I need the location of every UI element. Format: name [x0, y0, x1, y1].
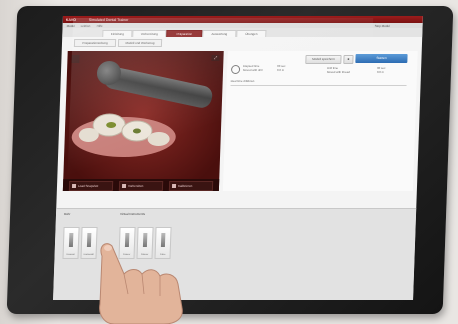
- moved-drill-value: 0.0 m: [277, 67, 285, 72]
- title-bar: KAVO Simulated Dental Trainer: [62, 16, 423, 23]
- moved-thread-label: Moved with thread: [326, 69, 350, 74]
- info-right-values: 00 sec 0.0 m: [376, 66, 386, 74]
- load-snapshot-button[interactable]: Load Snapshot: [68, 181, 114, 191]
- tab-praeparation[interactable]: Präparation: [166, 30, 203, 37]
- divider: [230, 85, 407, 86]
- tab-einleitung[interactable]: Einleitung: [102, 30, 133, 37]
- virtual-instruments-label: Virtual Instruments: [119, 212, 146, 216]
- load-snapshot-label: Load Snapshot: [77, 184, 99, 188]
- bohr-label: Bohr: [63, 212, 71, 216]
- brand-logo: KAVO: [65, 17, 77, 22]
- tab-auswertung[interactable]: Auswertung: [202, 30, 237, 37]
- info-left-labels: Elapsed time Moved with drill: [243, 64, 263, 72]
- tab-vorbereitung[interactable]: Vorbereitung: [132, 30, 167, 37]
- moved-thread-value: 0.0 m: [376, 69, 385, 74]
- vorbereiten-label: Vorbereiten: [127, 184, 144, 188]
- info-right-labels: Drill time Moved with thread: [326, 66, 350, 74]
- status-line: Real time drilldown: [230, 79, 255, 83]
- 3d-viewport[interactable]: ⤢ Load Snapshot Vorbereiten Kalibrieren: [62, 51, 224, 191]
- prepare-icon: [121, 184, 127, 188]
- snapshot-icon: [71, 184, 77, 188]
- info-left-values: 00 sec 0.0 m: [277, 64, 286, 72]
- vorbereiten-button[interactable]: Vorbereiten: [118, 181, 164, 191]
- user-hand: [99, 243, 183, 324]
- start-button[interactable]: Starten: [355, 54, 408, 63]
- clock-icon: [230, 65, 241, 74]
- calibrate-icon: [171, 184, 177, 188]
- camera-icon[interactable]: [71, 55, 80, 63]
- right-panel: Modell speichern ■ Starten Elapsed time …: [222, 51, 418, 191]
- instrument-label: Diamant: [66, 254, 75, 256]
- expand-icon[interactable]: ⤢: [211, 55, 220, 61]
- save-model-button[interactable]: Modell speichern: [305, 55, 342, 64]
- instrument-tile[interactable]: Diamant: [62, 227, 80, 259]
- stop-button[interactable]: ■: [343, 55, 354, 64]
- bur-icon: [68, 233, 74, 247]
- tab-uebungen[interactable]: Übungen: [236, 30, 267, 37]
- window-title: Simulated Dental Trainer: [88, 17, 129, 22]
- main-tabs: Einleitung Vorbereitung Präparation Ausw…: [62, 28, 423, 37]
- kalibrieren-button[interactable]: Kalibrieren: [168, 181, 214, 191]
- subtab-modell-werkzeug[interactable]: Modell und Werkzeug: [117, 39, 163, 47]
- moved-drill-label: Moved with drill: [243, 67, 263, 72]
- subtab-praeparationsuebung[interactable]: Präparationsübung: [73, 39, 117, 47]
- kalibrieren-label: Kalibrieren: [177, 184, 193, 188]
- viewport-toolbar: Load Snapshot Vorbereiten Kalibrieren: [62, 179, 220, 191]
